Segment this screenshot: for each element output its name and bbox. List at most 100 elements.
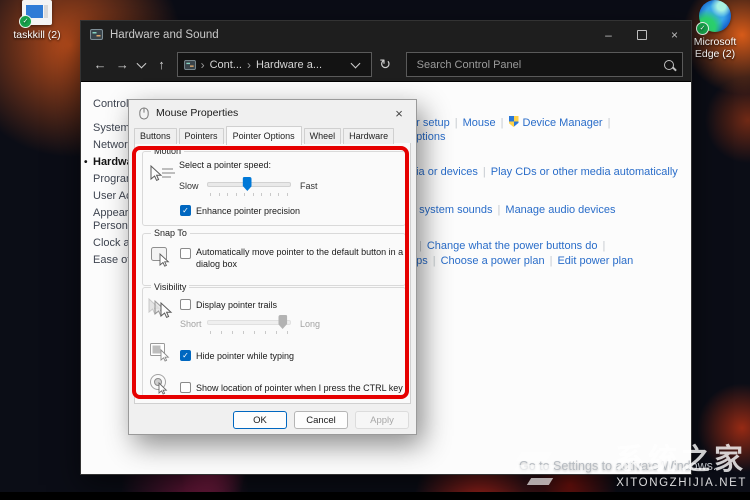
address-dropdown-chevron-icon[interactable] xyxy=(351,58,361,69)
window-title: Hardware and Sound xyxy=(110,28,219,41)
shortcut-check-badge: ✓ xyxy=(696,22,709,35)
slow-label: Slow xyxy=(179,181,199,191)
breadcrumb-separator: › xyxy=(246,57,251,72)
forward-button[interactable]: → xyxy=(111,57,133,72)
link-choose-power-plan[interactable]: Choose a power plan xyxy=(441,255,545,267)
dialog-title: Mouse Properties xyxy=(156,107,239,119)
visibility-group: Visibility Display pointer trails Short … xyxy=(142,282,406,397)
hide-pointer-icon xyxy=(150,343,170,362)
desktop-icon-edge[interactable]: ✓ Microsoft Edge (2) xyxy=(684,0,746,60)
uac-shield-icon xyxy=(508,116,519,127)
desktop-icon-taskkill[interactable]: ✓ taskkill (2) xyxy=(6,0,68,41)
devices-printers-links: er setup | Mouse | Device Manager | xyxy=(410,116,615,129)
control-panel-icon xyxy=(183,59,196,70)
cancel-button[interactable]: Cancel xyxy=(294,411,348,429)
enhance-precision-label[interactable]: Enhance pointer precision xyxy=(196,206,300,216)
maximize-button[interactable] xyxy=(625,21,658,48)
motion-group: Motion Select a pointer speed: Slow Fast… xyxy=(142,146,406,226)
desktop-icon-label: Microsoft xyxy=(693,36,737,48)
short-label: Short xyxy=(180,319,202,329)
up-button[interactable]: ↑ xyxy=(150,57,172,72)
breadcrumb-separator: › xyxy=(200,57,205,72)
back-button[interactable]: ← xyxy=(89,57,111,72)
link-separator: | xyxy=(602,240,606,252)
maximize-icon xyxy=(636,29,647,40)
snap-to-group: Snap To Automatically move pointer to th… xyxy=(142,228,406,286)
shortcut-check-badge: ✓ xyxy=(19,15,32,28)
power-links: | Change what the power buttons do | xyxy=(414,240,610,252)
slider-ticks xyxy=(210,331,288,334)
navigation-toolbar: ← → ↑ › Cont... › Hardware a... ↻ xyxy=(81,48,691,82)
snap-to-label[interactable]: Automatically move pointer to the defaul… xyxy=(196,247,416,270)
slider-thumb[interactable] xyxy=(242,177,252,191)
dialog-close-icon[interactable]: × xyxy=(391,106,407,121)
watermark-title: 系统之家 xyxy=(614,444,747,476)
link-separator: | xyxy=(419,240,422,252)
edge-logo-icon: ✓ xyxy=(696,0,731,35)
watermark-subtitle: XITONGZHIJIA.NET xyxy=(616,477,747,489)
link-mouse[interactable]: Mouse xyxy=(463,117,496,129)
link-power-buttons[interactable]: Change what the power buttons do xyxy=(427,240,598,252)
refresh-button[interactable]: ↻ xyxy=(372,56,397,73)
mouse-icon xyxy=(139,107,149,119)
tab-hardware[interactable]: Hardware xyxy=(343,128,395,144)
current-page-bullet: • xyxy=(84,157,88,168)
link-system-sounds[interactable]: e system sounds xyxy=(410,204,493,216)
link-edit-power-plan[interactable]: Edit power plan xyxy=(557,255,633,267)
desktop-icon-label: taskkill (2) xyxy=(13,29,61,41)
hide-pointer-label[interactable]: Hide pointer while typing xyxy=(196,351,294,361)
watermark-logo-icon xyxy=(512,452,567,486)
show-pointer-location-checkbox[interactable] xyxy=(180,382,191,393)
autoplay-links: dia or devices | Play CDs or other media a… xyxy=(410,166,678,178)
tab-pointer-options[interactable]: Pointer Options xyxy=(225,126,302,145)
link-separator: | xyxy=(454,117,458,129)
tab-buttons[interactable]: Buttons xyxy=(134,128,177,144)
slider-thumb xyxy=(278,315,288,329)
link-separator: | xyxy=(497,204,501,216)
desktop-icon-label: Edge (2) xyxy=(694,48,736,60)
link-separator: | xyxy=(482,166,486,178)
link-play-cds[interactable]: Play CDs or other media automatically xyxy=(491,166,678,178)
show-pointer-location-label[interactable]: Show location of pointer when I press th… xyxy=(196,383,403,393)
pointer-speed-slider[interactable] xyxy=(207,177,291,197)
enhance-precision-checkbox[interactable]: ✓ xyxy=(180,205,191,216)
dialog-titlebar: Mouse Properties × xyxy=(129,100,416,126)
pointer-trails-checkbox[interactable] xyxy=(180,299,191,310)
tab-wheel[interactable]: Wheel xyxy=(303,128,342,144)
trails-length-slider xyxy=(207,315,291,335)
search-box[interactable] xyxy=(405,52,683,77)
pointer-trails-label[interactable]: Display pointer trails xyxy=(196,300,277,310)
power-links-2: eps | Choose a power plan | Edit power plan xyxy=(410,255,633,267)
recent-pages-chevron-icon[interactable] xyxy=(136,58,146,69)
tab-pointers[interactable]: Pointers xyxy=(178,128,224,144)
link-separator: | xyxy=(500,117,504,129)
app-window-icon: ✓ xyxy=(19,0,52,28)
slider-ticks xyxy=(210,193,288,196)
ok-button[interactable]: OK xyxy=(233,411,287,429)
site-watermark: 系统之家 XITONGZHIJIA.NET xyxy=(512,444,747,490)
snap-to-checkbox[interactable] xyxy=(180,248,191,259)
long-label: Long xyxy=(300,319,321,329)
visibility-legend: Visibility xyxy=(151,282,190,292)
search-input[interactable] xyxy=(414,57,658,72)
link-media-devices[interactable]: dia or devices xyxy=(410,166,478,178)
window-titlebar: Hardware and Sound – × xyxy=(81,21,691,48)
link-device-manager[interactable]: Device Manager xyxy=(523,117,603,129)
motion-legend: Motion xyxy=(151,146,185,156)
search-icon[interactable] xyxy=(663,59,674,70)
pointer-trails-icon xyxy=(148,298,173,319)
check-icon: ✓ xyxy=(182,205,189,215)
snap-to-legend: Snap To xyxy=(151,228,190,238)
control-panel-icon xyxy=(90,29,103,40)
close-button[interactable]: × xyxy=(658,21,691,48)
minimize-button[interactable]: – xyxy=(592,21,625,48)
check-icon: ✓ xyxy=(182,350,189,360)
address-bar[interactable]: › Cont... › Hardware a... xyxy=(176,52,373,77)
link-manage-audio[interactable]: Manage audio devices xyxy=(505,204,615,216)
breadcrumb-control-panel[interactable]: Cont... xyxy=(210,59,242,71)
hide-pointer-checkbox[interactable]: ✓ xyxy=(180,350,191,361)
breadcrumb-hardware-sound[interactable]: Hardware a... xyxy=(256,59,322,71)
pointer-speed-icon xyxy=(150,165,175,182)
dialog-buttons: OK Cancel Apply xyxy=(233,411,409,429)
pointer-speed-label: Select a pointer speed: xyxy=(179,160,272,170)
